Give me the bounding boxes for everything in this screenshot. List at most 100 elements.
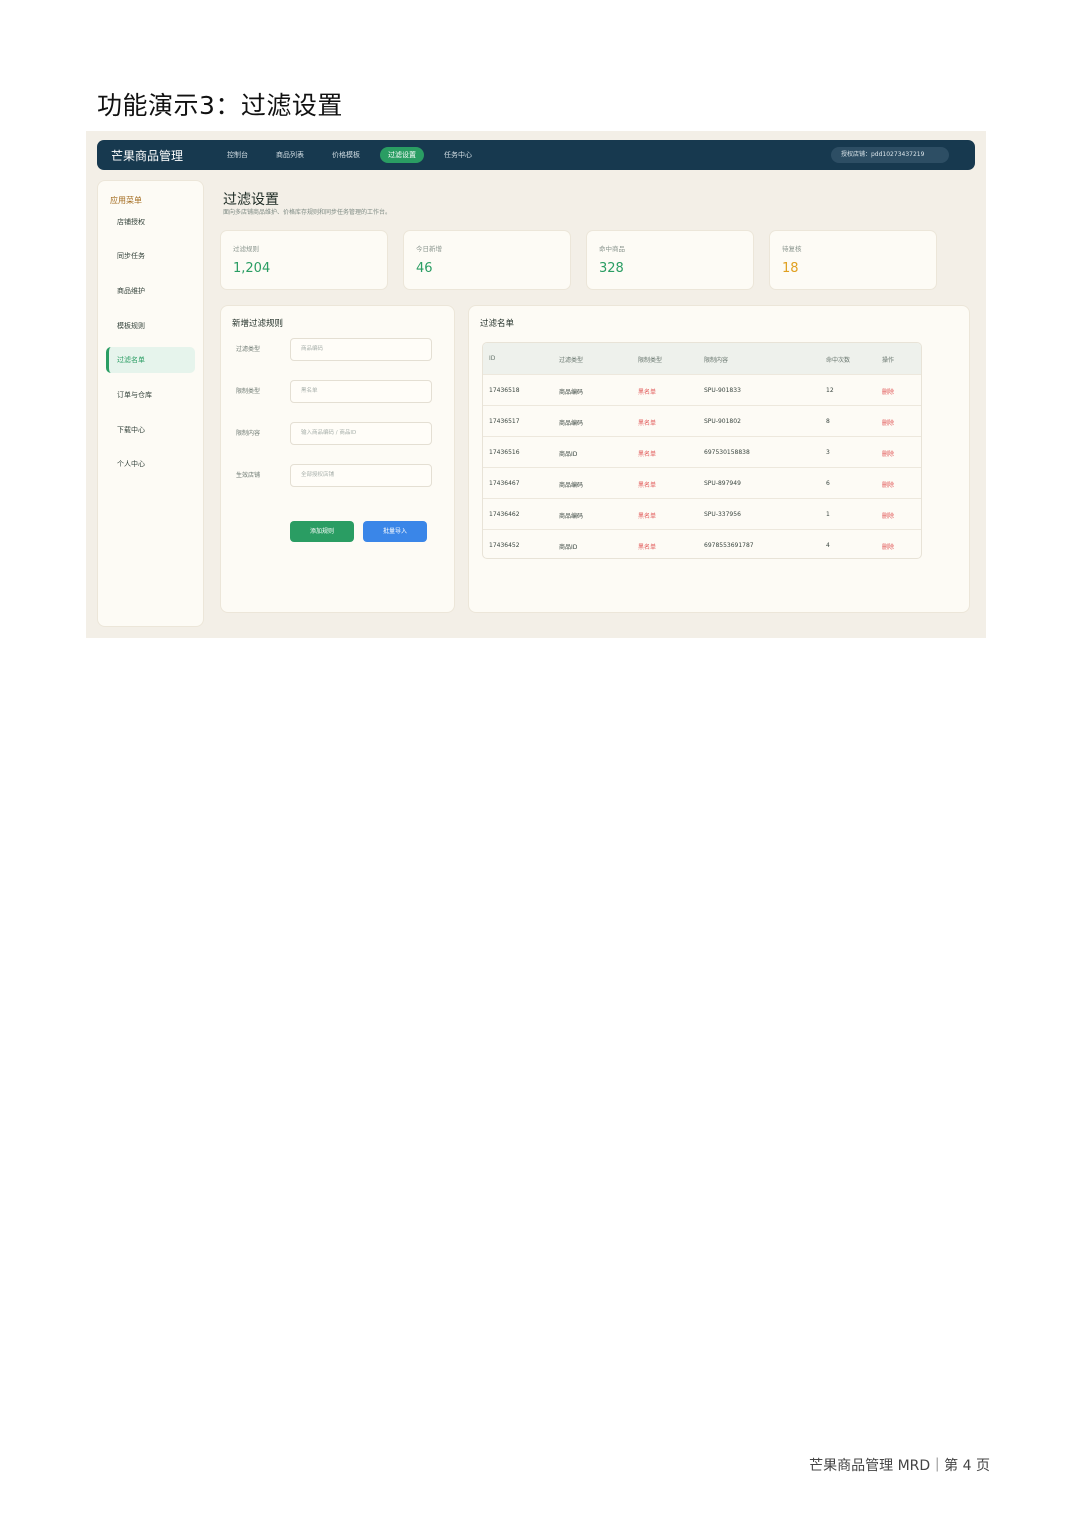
stat-label: 待复核 — [782, 245, 802, 253]
nav-product-list[interactable]: 商品列表 — [268, 147, 312, 163]
delete-link[interactable]: 删除 — [882, 387, 894, 396]
cell-id: 17436462 — [489, 511, 520, 518]
sidebar-item-template-rules[interactable]: 模板规则 — [106, 313, 195, 339]
table-row: 17436518 商品编码 黑名单 SPU-901833 12 删除 — [483, 374, 921, 405]
nav-price-templates[interactable]: 价格模板 — [324, 147, 368, 163]
sidebar-item-shop-auth[interactable]: 店铺授权 — [106, 209, 195, 235]
cell-filter-type: 商品ID — [559, 451, 578, 458]
cell-restriction-content: SPU-897949 — [704, 480, 741, 487]
restriction-content-label: 限制内容 — [236, 430, 261, 437]
app-brand[interactable]: 芒果商品管理 — [111, 147, 183, 164]
cell-id: 17436467 — [489, 480, 520, 487]
cell-hit-count: 1 — [826, 511, 830, 518]
stat-card-filter-rules: 过滤规则 1,204 — [220, 230, 388, 290]
stat-card-hit-products: 命中商品 328 — [586, 230, 754, 290]
effective-shop-select[interactable]: 全部授权店铺 — [290, 464, 432, 487]
cell-restriction-type: 黑名单 — [638, 513, 657, 520]
restriction-content-input[interactable]: 输入商品编码 / 商品ID — [290, 422, 432, 445]
column-header-filter-type: 过滤类型 — [559, 357, 584, 364]
stat-value: 18 — [782, 261, 799, 276]
table-row: 17436467 商品编码 黑名单 SPU-897949 6 删除 — [483, 467, 921, 498]
cell-restriction-content: SPU-337956 — [704, 511, 741, 518]
app-screenshot: 芒果商品管理 控制台 商品列表 价格模板 过滤设置 任务中心 授权店铺：pdd1… — [86, 131, 986, 638]
nav-task-center[interactable]: 任务中心 — [436, 147, 480, 163]
restriction-type-label: 限制类型 — [236, 388, 261, 395]
stat-label: 过滤规则 — [233, 245, 259, 253]
nav-dashboard[interactable]: 控制台 — [219, 147, 256, 163]
cell-filter-type: 商品编码 — [559, 482, 584, 489]
cell-restriction-type: 黑名单 — [638, 544, 657, 551]
cell-hit-count: 4 — [826, 542, 830, 549]
page-subtitle: 面向多店铺商品维护、价格库存规则和同步任务管理的工作台。 — [223, 209, 392, 216]
sidebar-title: 应用菜单 — [110, 196, 142, 205]
sidebar-item-product-maintenance[interactable]: 商品维护 — [106, 278, 195, 304]
table-row: 17436516 商品ID 黑名单 697530158838 3 删除 — [483, 436, 921, 467]
page-footer: 芒果商品管理 MRD｜第 4 页 — [809, 1458, 990, 1474]
document-heading: 功能演示3：过滤设置 — [97, 91, 343, 120]
stat-card-pending-review: 待复核 18 — [769, 230, 937, 290]
sidebar-item-sync-tasks[interactable]: 同步任务 — [106, 243, 195, 269]
column-header-id: ID — [489, 355, 496, 362]
column-header-restriction-content: 限制内容 — [704, 357, 729, 364]
nav-filter-settings[interactable]: 过滤设置 — [380, 147, 424, 163]
table-row: 17436462 商品编码 黑名单 SPU-337956 1 删除 — [483, 498, 921, 529]
cell-filter-type: 商品编码 — [559, 389, 584, 396]
filter-list-table: ID 过滤类型 限制类型 限制内容 命中次数 操作 17436518 商品编码 … — [482, 342, 922, 559]
delete-link[interactable]: 删除 — [882, 511, 894, 520]
stat-value: 328 — [599, 261, 624, 276]
filter-list-panel: 过滤名单 ID 过滤类型 限制类型 限制内容 命中次数 操作 17436518 … — [468, 305, 970, 613]
effective-shop-label: 生效店铺 — [236, 472, 261, 479]
cell-restriction-content: 6978553691787 — [704, 542, 754, 549]
stat-card-today-new: 今日新增 46 — [403, 230, 571, 290]
page-title: 过滤设置 — [223, 192, 279, 208]
delete-link[interactable]: 删除 — [882, 480, 894, 489]
cell-hit-count: 8 — [826, 418, 830, 425]
delete-link[interactable]: 删除 — [882, 449, 894, 458]
cell-restriction-type: 黑名单 — [638, 389, 657, 396]
table-header: ID 过滤类型 限制类型 限制内容 命中次数 操作 — [483, 343, 921, 374]
sidebar-item-personal-center[interactable]: 个人中心 — [106, 451, 195, 477]
column-header-restriction-type: 限制类型 — [638, 357, 663, 364]
main-nav: 控制台 商品列表 价格模板 过滤设置 任务中心 — [219, 147, 488, 163]
top-navbar: 芒果商品管理 控制台 商品列表 价格模板 过滤设置 任务中心 授权店铺：pdd1… — [97, 140, 975, 170]
cell-restriction-type: 黑名单 — [638, 420, 657, 427]
cell-restriction-type: 黑名单 — [638, 482, 657, 489]
panel-title: 过滤名单 — [480, 319, 515, 329]
cell-id: 17436518 — [489, 387, 520, 394]
cell-id: 17436517 — [489, 418, 520, 425]
stat-value: 46 — [416, 261, 433, 276]
cell-restriction-content: SPU-901833 — [704, 387, 741, 394]
cell-filter-type: 商品编码 — [559, 420, 584, 427]
cell-hit-count: 6 — [826, 480, 830, 487]
cell-hit-count: 3 — [826, 449, 830, 456]
stat-label: 今日新增 — [416, 245, 442, 253]
stat-value: 1,204 — [233, 261, 271, 276]
table-row: 17436517 商品编码 黑名单 SPU-901802 8 删除 — [483, 405, 921, 436]
table-row: 17436452 商品ID 黑名单 6978553691787 4 删除 — [483, 529, 921, 558]
cell-id: 17436452 — [489, 542, 520, 549]
panel-title: 新增过滤规则 — [232, 319, 284, 329]
delete-link[interactable]: 删除 — [882, 418, 894, 427]
add-rule-panel: 新增过滤规则 过滤类型 商品编码 限制类型 黑名单 限制内容 输入商品编码 / … — [220, 305, 455, 613]
cell-restriction-type: 黑名单 — [638, 451, 657, 458]
cell-restriction-content: SPU-901802 — [704, 418, 741, 425]
cell-hit-count: 12 — [826, 387, 834, 394]
delete-link[interactable]: 删除 — [882, 542, 894, 551]
cell-filter-type: 商品编码 — [559, 513, 584, 520]
filter-type-select[interactable]: 商品编码 — [290, 338, 432, 361]
cell-restriction-content: 697530158838 — [704, 449, 750, 456]
cell-id: 17436516 — [489, 449, 520, 456]
stat-label: 命中商品 — [599, 245, 625, 253]
sidebar-item-orders-warehouse[interactable]: 订单与仓库 — [106, 382, 195, 408]
sidebar: 应用菜单 店铺授权 同步任务 商品维护 模板规则 过滤名单 订单与仓库 下载中心… — [97, 180, 204, 627]
column-header-hit-count: 命中次数 — [826, 357, 851, 364]
add-rule-button[interactable]: 添加规则 — [290, 521, 354, 542]
restriction-type-select[interactable]: 黑名单 — [290, 380, 432, 403]
filter-type-label: 过滤类型 — [236, 346, 261, 353]
column-header-actions: 操作 — [882, 357, 895, 364]
authorized-shop-badge[interactable]: 授权店铺：pdd10273437219 — [831, 147, 949, 163]
sidebar-item-filter-list[interactable]: 过滤名单 — [106, 347, 195, 373]
cell-filter-type: 商品ID — [559, 544, 578, 551]
batch-import-button[interactable]: 批量导入 — [363, 521, 427, 542]
sidebar-item-download-center[interactable]: 下载中心 — [106, 417, 195, 443]
